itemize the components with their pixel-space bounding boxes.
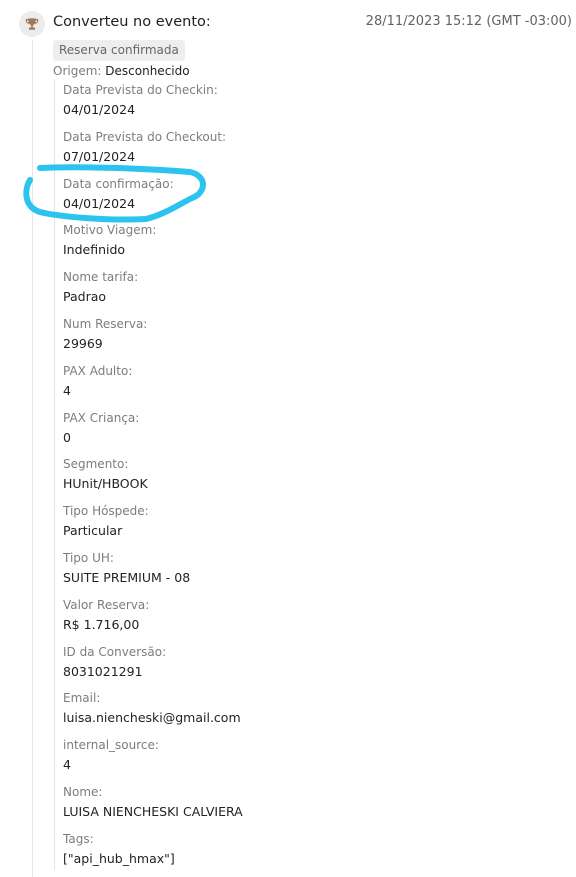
field-label: internal_source: xyxy=(63,738,159,753)
origin-label: Origem: xyxy=(53,64,102,78)
field-label: Data confirmação: xyxy=(63,176,174,191)
origin-value: Desconhecido xyxy=(105,64,190,78)
field-room-type: Tipo UH: SUITE PREMIUM - 08 xyxy=(63,551,543,598)
field-travel-reason: Motivo Viagem: Indefinido xyxy=(63,223,543,270)
field-confirmation-date: Data confirmação: 04/01/2024 xyxy=(63,177,543,224)
field-value: 4 xyxy=(63,382,71,398)
field-label: Nome tarifa: xyxy=(63,270,139,285)
field-tags: Tags: ["api_hub_hmax"] xyxy=(63,832,543,877)
field-value: 8031021291 xyxy=(63,663,143,679)
field-value: R$ 1.716,00 xyxy=(63,616,140,632)
field-checkin: Data Prevista do Checkin: 04/01/2024 xyxy=(63,83,543,130)
field-label: Data Prevista do Checkin: xyxy=(63,83,218,97)
event-title: Converteu no evento: xyxy=(53,14,211,30)
conversion-event-detail: Converteu no evento: 28/11/2023 15:12 (G… xyxy=(0,0,576,877)
field-value: luisa.niencheski@gmail.com xyxy=(63,710,241,726)
field-reservation-value: Valor Reserva: R$ 1.716,00 xyxy=(63,598,543,645)
field-value: Padrao xyxy=(63,289,107,305)
field-value: 04/01/2024 xyxy=(63,102,136,117)
field-label: ID da Conversão: xyxy=(63,644,167,659)
field-name: Nome: LUISA NIENCHESKI CALVIERA xyxy=(63,785,543,832)
field-label: PAX Adulto: xyxy=(63,363,133,378)
field-segment: Segmento: HUnit/HBOOK xyxy=(63,457,543,504)
field-value: Particular xyxy=(63,523,123,539)
fields-divider xyxy=(54,80,55,870)
field-label: Tags: xyxy=(63,831,94,846)
field-pax-adults: PAX Adulto: 4 xyxy=(63,364,543,411)
field-value: Indefinido xyxy=(63,242,126,258)
event-timestamp: 28/11/2023 15:12 (GMT -03:00) xyxy=(365,14,572,29)
field-value: HUnit/HBOOK xyxy=(63,476,148,492)
field-guest-type: Tipo Hóspede: Particular xyxy=(63,504,543,551)
timeline-line xyxy=(32,40,33,877)
field-label: Tipo UH: xyxy=(63,550,114,565)
field-value: 0 xyxy=(63,429,71,445)
field-label: Num Reserva: xyxy=(63,316,148,331)
field-label: Valor Reserva: xyxy=(63,597,150,612)
field-value: ["api_hub_hmax"] xyxy=(63,850,175,866)
trophy-icon xyxy=(19,11,45,37)
field-label: Motivo Viagem: xyxy=(63,223,157,238)
status-badge: Reserva confirmada xyxy=(53,40,185,61)
field-label: Nome: xyxy=(63,784,103,799)
field-value: 4 xyxy=(63,757,71,773)
field-email: Email: luisa.niencheski@gmail.com xyxy=(63,691,543,738)
field-label: PAX Criança: xyxy=(63,410,140,425)
field-label: Email: xyxy=(63,691,101,706)
field-internal-source: internal_source: 4 xyxy=(63,738,543,785)
field-checkout: Data Prevista do Checkout: 07/01/2024 xyxy=(63,130,543,177)
field-value: 04/01/2024 xyxy=(63,195,136,211)
field-label: Segmento: xyxy=(63,457,129,472)
field-label: Data Prevista do Checkout: xyxy=(63,129,227,144)
field-label: Tipo Hóspede: xyxy=(63,504,149,519)
field-rate-name: Nome tarifa: Padrao xyxy=(63,270,543,317)
field-pax-children: PAX Criança: 0 xyxy=(63,411,543,458)
field-value: 29969 xyxy=(63,335,103,351)
field-value: SUITE PREMIUM - 08 xyxy=(63,569,191,585)
field-conversion-id: ID da Conversão: 8031021291 xyxy=(63,645,543,692)
field-value: LUISA NIENCHESKI CALVIERA xyxy=(63,803,243,819)
field-reservation-number: Num Reserva: 29969 xyxy=(63,317,543,364)
field-value: 07/01/2024 xyxy=(63,148,136,164)
event-fields-list: Data Prevista do Checkin: 04/01/2024 Dat… xyxy=(63,83,543,877)
event-origin: Origem: Desconhecido xyxy=(53,64,190,78)
